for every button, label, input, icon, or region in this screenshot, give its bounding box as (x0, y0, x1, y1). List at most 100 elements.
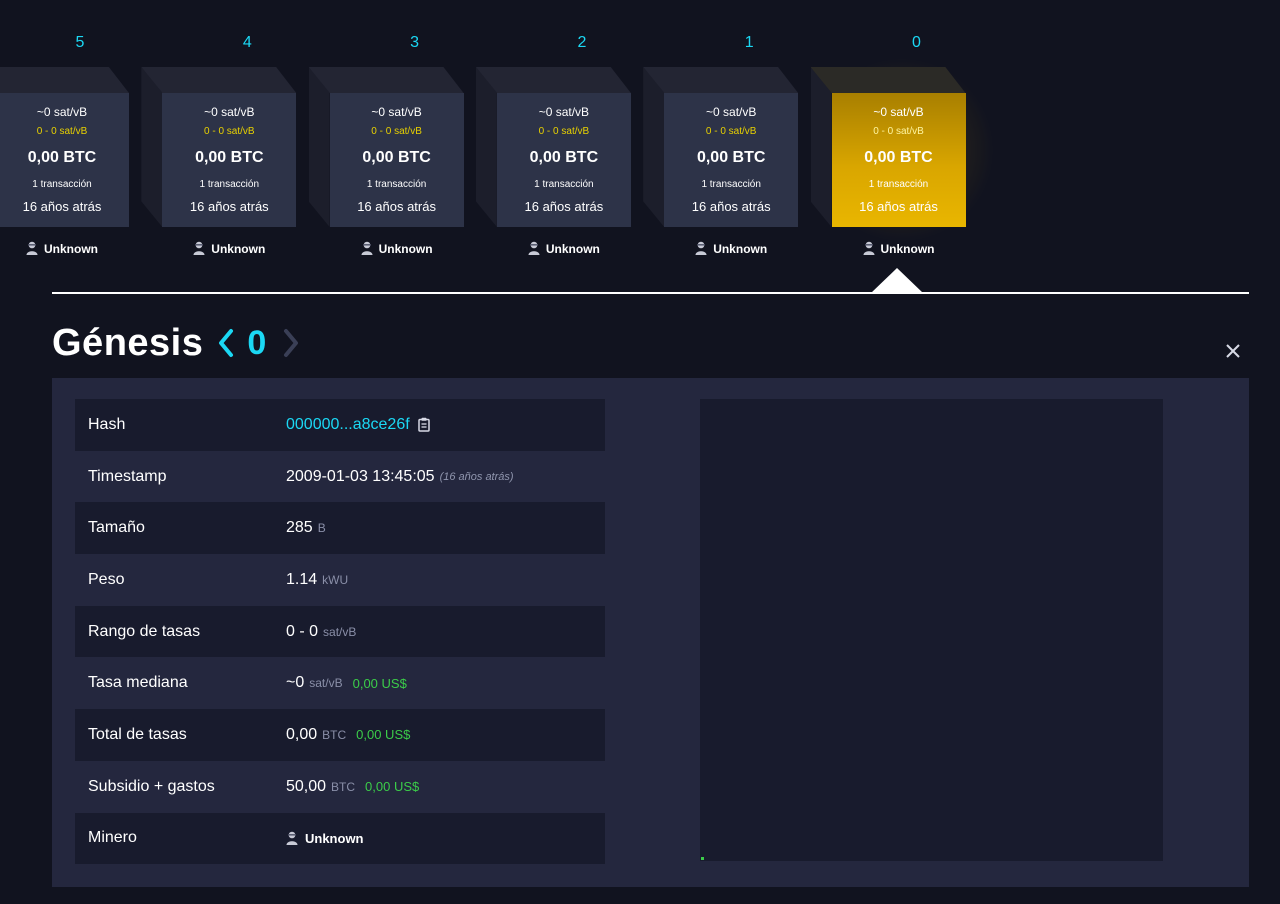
block-miner[interactable]: Unknown (832, 241, 966, 256)
block-cube[interactable]: ~0 sat/vB 0 - 0 sat/vB 0,00 BTC 1 transacci… (664, 93, 799, 227)
selected-block-pointer (871, 268, 923, 293)
block-height-link[interactable]: 2 (497, 34, 667, 52)
timestamp-value-wrap: 2009-01-03 13:45:05 (16 años atrás) (286, 468, 514, 486)
block-cube[interactable]: ~0 sat/vB 0 - 0 sat/vB 0,00 BTC 1 transacci… (0, 93, 129, 227)
block-3[interactable]: 3 ~0 sat/vB 0 - 0 sat/vB 0,00 BTC 1 transacc… (308, 30, 500, 270)
block-cube-side (141, 67, 163, 227)
hash-link[interactable]: 000000...a8ce26f (286, 416, 410, 434)
block-cube-side (308, 67, 330, 227)
fee-range-value-wrap: 0 - 0 sat/vB (286, 623, 356, 641)
block-5[interactable]: 5 ~0 sat/vB 0 - 0 sat/vB 0,00 BTC 1 transacc… (0, 30, 165, 270)
weight-row: Peso 1.14 kWU (75, 554, 605, 606)
size-value-wrap: 285 B (286, 519, 326, 537)
divider (52, 292, 1249, 294)
timestamp-relative: (16 años atrás) (439, 470, 514, 483)
subsidy-fees-value: 50,00 (286, 777, 327, 795)
block-height-link[interactable]: 4 (162, 34, 332, 52)
block-miner[interactable]: Unknown (0, 241, 129, 256)
copy-button[interactable] (417, 417, 431, 433)
clipboard-icon (417, 418, 430, 433)
fee-range-row: Rango de tasas 0 - 0 sat/vB (75, 605, 605, 658)
hash-label: Hash (88, 415, 126, 433)
weight-value: 1.14 (286, 570, 318, 588)
block-miner-name: Unknown (713, 242, 768, 256)
block-amount: 0,00 BTC (362, 149, 431, 166)
block-tx-count: 1 transacción (32, 179, 92, 190)
block-cube-top (643, 67, 799, 93)
block-cube[interactable]: ~0 sat/vB 0 - 0 sat/vB 0,00 BTC 1 transacci… (329, 93, 464, 227)
block-cube[interactable]: ~0 sat/vB 0 - 0 sat/vB 0,00 BTC 1 transacci… (496, 93, 631, 227)
block-miner-name: Unknown (378, 242, 433, 256)
fee-range-value: 0 - 0 (286, 622, 319, 640)
block-fee-range: 0 - 0 sat/vB (204, 126, 255, 137)
block-miner-name: Unknown (44, 242, 98, 256)
user-icon (528, 241, 540, 255)
block-miner[interactable]: Unknown (664, 241, 798, 256)
block-amount: 0,00 BTC (696, 149, 766, 166)
block-tx-count: 1 transacción (701, 179, 761, 190)
block-miner[interactable]: Unknown (330, 241, 464, 256)
close-button[interactable] (1222, 340, 1244, 362)
blockchain-strip: 5 ~0 sat/vB 0 - 0 sat/vB 0,00 BTC 1 transacc… (0, 0, 1280, 290)
weight-value-wrap: 1.14 kWU (286, 571, 348, 589)
median-fee-value: ~0 (286, 674, 305, 692)
previous-block-button[interactable] (217, 328, 235, 358)
chevron-left-icon (219, 329, 234, 357)
subsidy-fees-row: Subsidio + gastos 50,00 BTC 0,00 US$ (75, 761, 605, 813)
block-miner[interactable]: Unknown (497, 241, 631, 256)
block-0[interactable]: 0 ~0 sat/vB 0 - 0 sat/vB 0,00 BTC 1 transacc… (801, 30, 1002, 270)
block-median-fee: ~0 sat/vB (204, 105, 255, 119)
user-icon (863, 241, 874, 255)
median-fee-value-wrap: ~0 sat/vB 0,00 US$ (286, 674, 407, 692)
block-fee-range: 0 - 0 sat/vB (705, 126, 757, 137)
median-fee-unit: sat/vB (309, 676, 343, 691)
block-amount: 0,00 BTC (27, 149, 97, 166)
subsidy-fees-label: Subsidio + gastos (88, 777, 215, 795)
size-label: Tamaño (88, 519, 145, 537)
block-tx-count: 1 transacción (366, 179, 427, 190)
block-2[interactable]: 2 ~0 sat/vB 0 - 0 sat/vB 0,00 BTC 1 transacc… (475, 30, 667, 270)
block-miner-name: Unknown (545, 242, 600, 256)
next-block-button[interactable] (282, 328, 300, 358)
block-cube-top (475, 67, 631, 93)
block-fee-range: 0 - 0 sat/vB (873, 126, 924, 137)
block-tx-count: 1 transacción (199, 179, 260, 190)
hash-value-wrap: 000000...a8ce26f (286, 416, 431, 434)
block-cube[interactable]: ~0 sat/vB 0 - 0 sat/vB 0,00 BTC 1 transacci… (831, 93, 966, 227)
miner-value[interactable]: Unknown (305, 831, 364, 846)
page-title: Génesis (52, 321, 204, 364)
block-height-link[interactable]: 0 (832, 34, 1002, 52)
total-fees-label: Total de tasas (88, 725, 187, 743)
block-cube-top (0, 67, 129, 93)
block-cube-side (643, 67, 665, 227)
miner-value-wrap: Unknown (286, 831, 364, 846)
median-fee-label: Tasa mediana (88, 674, 188, 692)
transaction-square[interactable] (701, 857, 704, 860)
block-miner[interactable]: Unknown (162, 241, 296, 256)
block-cube-top (810, 67, 966, 93)
block-height-link[interactable]: 5 (0, 34, 165, 52)
block-transactions-visualization[interactable] (700, 399, 1163, 861)
block-miner-name: Unknown (211, 242, 266, 256)
timestamp-value: 2009-01-03 13:45:05 (286, 467, 435, 485)
block-median-fee: ~0 sat/vB (706, 105, 757, 119)
total-fees-unit: BTC (322, 727, 347, 742)
block-time-ago: 16 años atrás (22, 199, 102, 214)
block-tx-count: 1 transacción (868, 179, 929, 190)
block-height-link[interactable]: 3 (330, 34, 500, 52)
block-time-ago: 16 años atrás (524, 199, 604, 214)
total-fees-value: 0,00 (286, 725, 318, 743)
block-time-ago: 16 años atrás (357, 199, 436, 214)
block-details-table: Hash 000000...a8ce26f Timestamp 2009-01-… (75, 399, 605, 865)
median-fee-fiat: 0,00 US$ (352, 675, 407, 691)
subsidy-fees-fiat: 0,00 US$ (365, 779, 420, 795)
hash-row: Hash 000000...a8ce26f (75, 399, 605, 451)
block-fee-range: 0 - 0 sat/vB (36, 126, 88, 137)
block-4[interactable]: 4 ~0 sat/vB 0 - 0 sat/vB 0,00 BTC 1 transacc… (141, 30, 332, 270)
size-unit: B (317, 521, 326, 536)
user-icon (695, 241, 707, 255)
block-cube-top (308, 67, 464, 93)
fee-range-unit: sat/vB (323, 624, 357, 639)
block-time-ago: 16 años atrás (859, 199, 938, 214)
block-cube[interactable]: ~0 sat/vB 0 - 0 sat/vB 0,00 BTC 1 transacci… (162, 93, 297, 227)
